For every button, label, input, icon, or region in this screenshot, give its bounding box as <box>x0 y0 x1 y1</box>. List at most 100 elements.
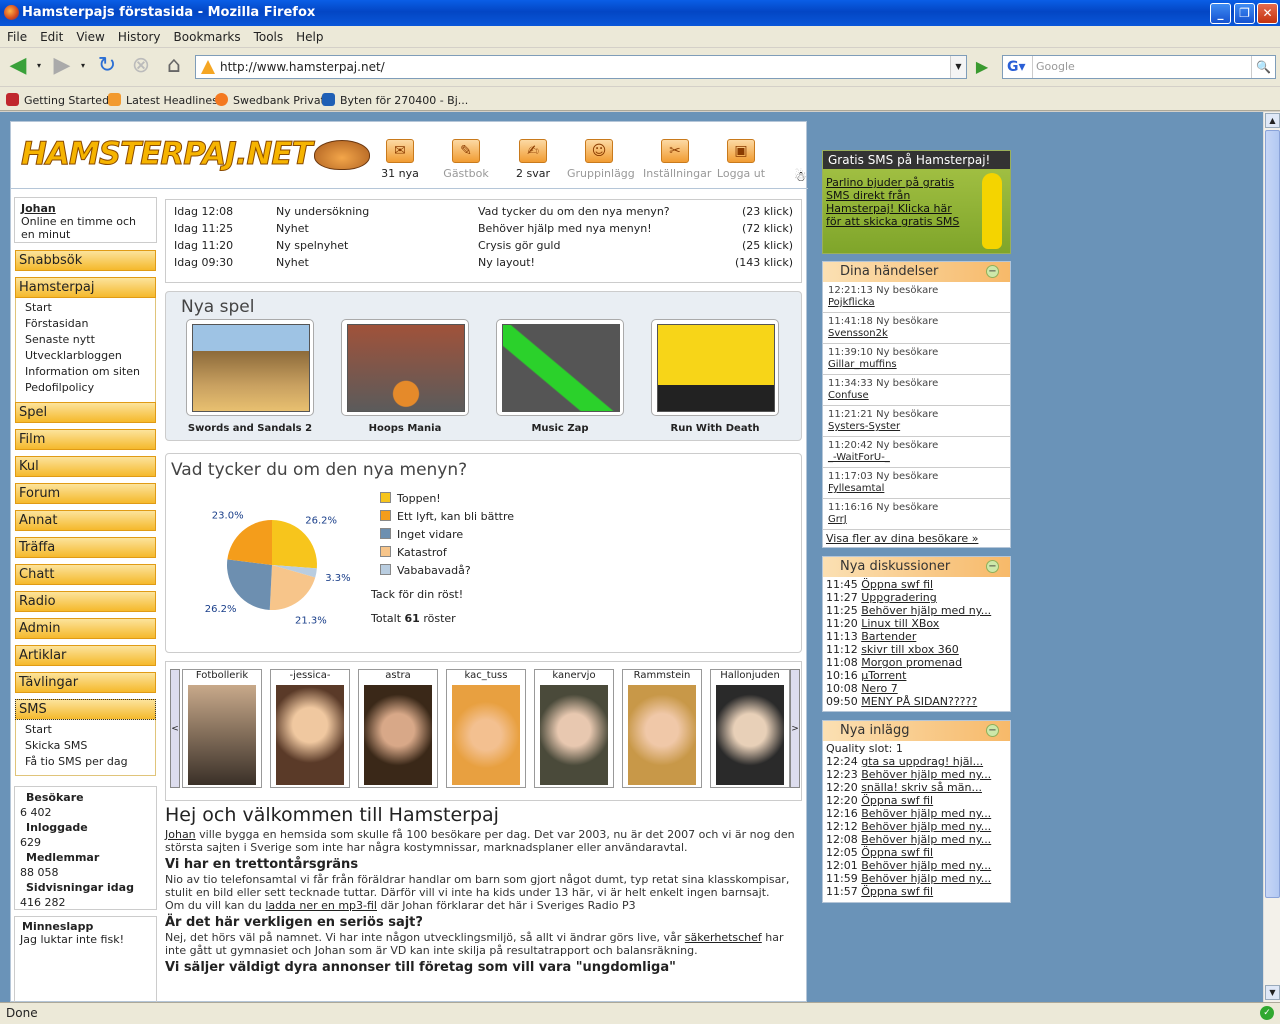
menu-file[interactable]: File <box>0 26 33 44</box>
event-item[interactable]: 11:41:18 Ny besökare Svensson2k <box>823 313 1010 344</box>
menu-help[interactable]: Help <box>289 26 329 44</box>
event-user-link[interactable]: Gillar_muffins <box>828 359 1005 371</box>
list-item[interactable]: 12:20 Öppna swf fil <box>823 794 1010 807</box>
photo-card[interactable]: kac_tuss <box>446 669 526 788</box>
list-item[interactable]: 12:01 Behöver hjälp med ny... <box>823 859 1010 872</box>
game-name[interactable]: Hoops Mania <box>335 423 475 434</box>
sms-ad-text[interactable]: Parlino bjuder på gratis SMS direkt från… <box>823 169 973 235</box>
item-link[interactable]: Öppna swf fil <box>861 578 933 591</box>
item-link[interactable]: Behöver hjälp med ny... <box>861 820 991 833</box>
collapse-icon[interactable]: − <box>986 265 999 278</box>
submenu-information[interactable]: Information om siten <box>25 364 155 380</box>
event-item[interactable]: 12:21:13 Ny besökare Pojkflicka <box>823 282 1010 313</box>
event-user-link[interactable]: Svensson2k <box>828 328 1005 340</box>
submenu-forstasidan[interactable]: Förstasidan <box>25 316 155 332</box>
vertical-scrollbar[interactable]: ▲ ▼ <box>1263 112 1280 1002</box>
scroll-up-icon[interactable]: ▲ <box>1265 113 1280 128</box>
submenu-fa-tio-sms[interactable]: Få tio SMS per dag <box>25 754 155 770</box>
url-bar[interactable]: http://www.hamsterpaj.net/ ▼ <box>195 55 967 79</box>
site-logo[interactable]: HAMSTERPAJ.NET <box>21 136 370 173</box>
back-icon[interactable]: ◀ <box>4 54 32 80</box>
poll-option[interactable]: Vababavadå? <box>380 564 471 577</box>
item-link[interactable]: Behöver hjälp med ny... <box>861 872 991 885</box>
search-input[interactable]: Google <box>1036 56 1075 78</box>
submenu-start[interactable]: Start <box>25 300 155 316</box>
item-link[interactable]: Öppna swf fil <box>861 846 933 859</box>
list-item[interactable]: 12:23 Behöver hjälp med ny... <box>823 768 1010 781</box>
item-link[interactable]: Morgon promenad <box>861 656 962 669</box>
nav-chatt[interactable]: Chatt <box>15 564 156 585</box>
stop-icon[interactable]: ⊗ <box>127 54 155 80</box>
nav-tavlingar[interactable]: Tävlingar <box>15 672 156 693</box>
bookmark-byten[interactable]: Byten för 270400 - Bj... <box>322 93 468 107</box>
submenu-sms-start[interactable]: Start <box>25 722 155 738</box>
event-user-link[interactable]: _-WaitForU-_ <box>828 452 1005 464</box>
forward-icon[interactable]: ▶ <box>48 54 76 80</box>
item-link[interactable]: skivr till xbox 360 <box>861 643 959 656</box>
guestbook-button[interactable]: ✎ Gästbok <box>434 139 498 180</box>
list-item[interactable]: 11:59 Behöver hjälp med ny... <box>823 872 1010 885</box>
game-name[interactable]: Run With Death <box>645 423 785 434</box>
collapse-icon[interactable]: − <box>986 560 999 573</box>
item-link[interactable]: Nero 7 <box>861 682 898 695</box>
news-row[interactable]: Idag 09:30 Nyhet Ny layout! (143 klick) <box>174 256 793 273</box>
item-link[interactable]: Behöver hjälp med ny... <box>861 768 991 781</box>
event-item[interactable]: 11:20:42 Ny besökare _-WaitForU-_ <box>823 437 1010 468</box>
reload-icon[interactable]: ↻ <box>93 54 121 80</box>
item-link[interactable]: Behöver hjälp med ny... <box>861 604 991 617</box>
nav-admin[interactable]: Admin <box>15 618 156 639</box>
menu-tools[interactable]: Tools <box>247 26 290 44</box>
menu-bookmarks[interactable]: Bookmarks <box>167 26 247 44</box>
nav-forum[interactable]: Forum <box>15 483 156 504</box>
submenu-skicka-sms[interactable]: Skicka SMS <box>25 738 155 754</box>
google-icon[interactable]: G▾ <box>1003 56 1033 78</box>
list-item[interactable]: 12:16 Behöver hjälp med ny... <box>823 807 1010 820</box>
list-item[interactable]: 12:08 Behöver hjälp med ny... <box>823 833 1010 846</box>
game-card[interactable] <box>186 319 314 416</box>
nav-sms[interactable]: SMS <box>15 699 156 720</box>
item-link[interactable]: Öppna swf fil <box>861 794 933 807</box>
game-card[interactable] <box>651 319 779 416</box>
user-name[interactable]: Johan <box>21 202 150 215</box>
list-item[interactable]: 12:05 Öppna swf fil <box>823 846 1010 859</box>
item-link[interactable]: gta sa uppdrag! hjäl... <box>861 755 983 768</box>
photo-card[interactable]: astra <box>358 669 438 788</box>
nav-spel[interactable]: Spel <box>15 402 156 423</box>
event-user-link[interactable]: Systers-Syster <box>828 421 1005 433</box>
item-link[interactable]: Behöver hjälp med ny... <box>861 859 991 872</box>
nav-snabbsok[interactable]: Snabbsök <box>15 250 156 271</box>
event-item[interactable]: 11:21:21 Ny besökare Systers-Syster <box>823 406 1010 437</box>
group-posts-button[interactable]: ☺ Gruppinlägg <box>567 139 635 180</box>
minimize-button[interactable]: _ <box>1210 3 1231 24</box>
nav-hamsterpaj[interactable]: Hamsterpaj <box>15 277 156 298</box>
url-dropdown-icon[interactable]: ▼ <box>950 56 966 78</box>
forward-dropdown-icon[interactable]: ▾ <box>78 54 88 80</box>
nav-artiklar[interactable]: Artiklar <box>15 645 156 666</box>
event-user-link[interactable]: Fyllesamtal <box>828 483 1005 495</box>
photo-card[interactable]: kanervjo <box>534 669 614 788</box>
list-item[interactable]: 12:12 Behöver hjälp med ny... <box>823 820 1010 833</box>
event-user-link[interactable]: Confuse <box>828 390 1005 402</box>
mp3-link[interactable]: ladda ner en mp3-fil <box>265 899 377 912</box>
maximize-button[interactable]: ❐ <box>1234 3 1255 24</box>
submenu-senaste-nytt[interactable]: Senaste nytt <box>25 332 155 348</box>
bookmark-latest-headlines[interactable]: Latest Headlines <box>108 93 218 107</box>
search-icon[interactable]: 🔍 <box>1251 56 1275 78</box>
more-visitors-link[interactable]: Visa fler av dina besökare » <box>823 530 1010 547</box>
scroll-thumb[interactable] <box>1265 130 1280 898</box>
menu-history[interactable]: History <box>111 26 167 44</box>
event-item[interactable]: 11:17:03 Ny besökare Fyllesamtal <box>823 468 1010 499</box>
poll-option[interactable]: Ett lyft, kan bli bättre <box>380 510 514 523</box>
event-item[interactable]: 11:16:16 Ny besökare GrrJ <box>823 499 1010 530</box>
nav-traffa[interactable]: Träffa <box>15 537 156 558</box>
event-item[interactable]: 11:39:10 Ny besökare Gillar_muffins <box>823 344 1010 375</box>
poll-option[interactable]: Inget vidare <box>380 528 463 541</box>
list-item[interactable]: 12:24 gta sa uppdrag! hjäl... <box>823 755 1010 768</box>
list-item[interactable]: 11:27 Uppgradering <box>823 591 1010 604</box>
list-item[interactable]: 11:12 skivr till xbox 360 <box>823 643 1010 656</box>
photo-card[interactable]: -jessica- <box>270 669 350 788</box>
game-card[interactable] <box>341 319 469 416</box>
nav-radio[interactable]: Radio <box>15 591 156 612</box>
game-name[interactable]: Music Zap <box>490 423 630 434</box>
list-item[interactable]: 11:13 Bartender <box>823 630 1010 643</box>
